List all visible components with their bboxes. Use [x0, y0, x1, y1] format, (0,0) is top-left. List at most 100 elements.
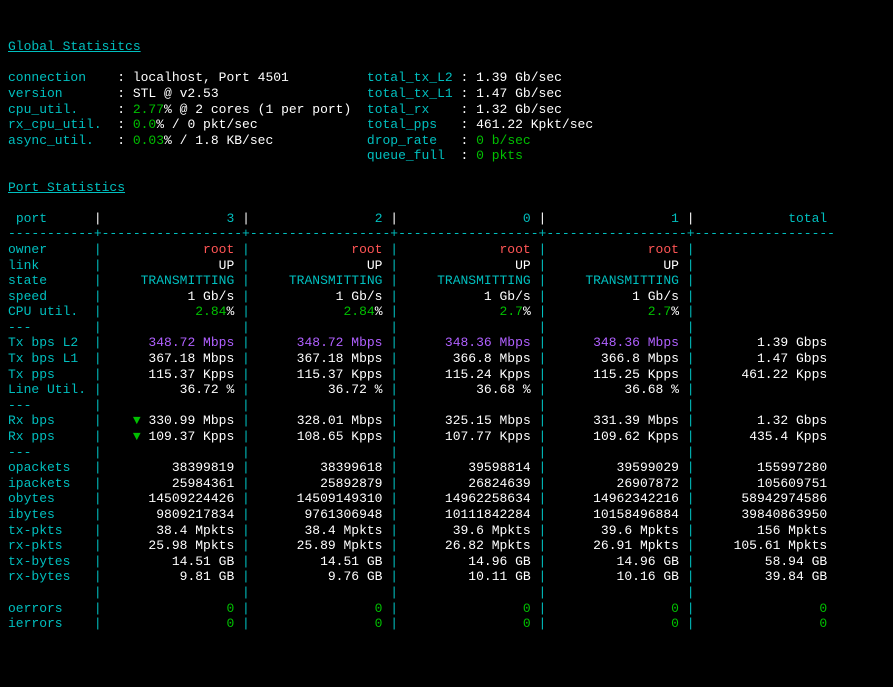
- row-label-rxpkts: rx-pkts: [8, 538, 86, 553]
- cell-opkts-0: 38399819: [102, 460, 235, 475]
- cell-speed-3: 1 Gb/s: [546, 289, 679, 304]
- cell-ibytes-3: 10158496884: [546, 507, 679, 522]
- row-label-oerr: oerrors: [8, 601, 86, 616]
- cell-rxpps-1: 108.65 Kpps: [250, 429, 383, 444]
- cell-state-total: [695, 273, 828, 288]
- cell-txl2-2: 348.36 Mbps: [398, 335, 531, 350]
- cell-link-0: UP: [102, 258, 235, 273]
- global-statistics-header: Global Statisitcs: [8, 39, 141, 54]
- row-label-owner: owner: [8, 242, 86, 257]
- row-label-opkts: opackets: [8, 460, 86, 475]
- cell-obytes-0: 14509224426: [102, 491, 235, 506]
- cell-speed-0: 1 Gb/s: [102, 289, 235, 304]
- cell-ipkts-0: 25984361: [102, 476, 235, 491]
- cell-txbytes-2: 14.96 GB: [398, 554, 531, 569]
- cell-owner-1: root: [250, 242, 383, 257]
- row-label-link: link: [8, 258, 86, 273]
- cell-txpkts-0: 38.4 Mpkts: [102, 523, 235, 538]
- cell-ierr-2: 0: [398, 616, 531, 631]
- label-async_util: async_util.: [8, 133, 117, 148]
- cell-rxpkts-1: 25.89 Mpkts: [250, 538, 383, 553]
- cell-ierr-1: 0: [250, 616, 383, 631]
- value-total_rx: 1.32 Gb/sec: [476, 102, 562, 117]
- label-drop_rate: drop_rate: [367, 133, 461, 148]
- cell-rxpps-2: 107.77 Kpps: [398, 429, 531, 444]
- col-header-3: 3: [102, 211, 235, 226]
- cell-ipkts-1: 25892879: [250, 476, 383, 491]
- cell-txbytes-total: 58.94 GB: [695, 554, 828, 569]
- cell-ierr-total: 0: [695, 616, 828, 631]
- col-header-1: 1: [546, 211, 679, 226]
- cell-obytes-total: 58942974586: [695, 491, 828, 506]
- cell-speed-1: 1 Gb/s: [250, 289, 383, 304]
- cell-cpuu-0: 2.84: [102, 304, 227, 319]
- cell-oerr-1: 0: [250, 601, 383, 616]
- cell-txl1-3: 366.8 Mbps: [546, 351, 679, 366]
- cell-opkts-1: 38399618: [250, 460, 383, 475]
- label-rx_cpu_util: rx_cpu_util.: [8, 117, 117, 132]
- cell-speed-total: [695, 289, 828, 304]
- cell-rxbps-1: 328.01 Mbps: [250, 413, 383, 428]
- cell-txpps-1: 115.37 Kpps: [250, 367, 383, 382]
- cell-txpps-3: 115.25 Kpps: [546, 367, 679, 382]
- value-connection: localhost, Port 4501: [133, 70, 289, 85]
- cell-rxbps-2: 325.15 Mbps: [398, 413, 531, 428]
- value-async-pct: 0.03: [133, 133, 164, 148]
- cell-txl1-1: 367.18 Mbps: [250, 351, 383, 366]
- col-header-2: 2: [250, 211, 383, 226]
- cell-rxbps-3: 331.39 Mbps: [546, 413, 679, 428]
- label-cpu_util: cpu_util.: [8, 102, 117, 117]
- row-label-txbytes: tx-bytes: [8, 554, 86, 569]
- cell-cpuu-total: [695, 304, 828, 319]
- cell-rxbps-total: 1.32 Gbps: [695, 413, 828, 428]
- cell-txbytes-0: 14.51 GB: [102, 554, 235, 569]
- cell-txbytes-3: 14.96 GB: [546, 554, 679, 569]
- cell-cpuu-1: 2.84: [250, 304, 375, 319]
- cell-obytes-3: 14962342216: [546, 491, 679, 506]
- cell-owner-total: [695, 242, 828, 257]
- value-cpu-pct: 2.77: [133, 102, 164, 117]
- row-label-ipkts: ipackets: [8, 476, 86, 491]
- cell-txl2-0: 348.72 Mbps: [102, 335, 235, 350]
- cell-ipkts-3: 26907872: [546, 476, 679, 491]
- cell-rxpps-0: 109.37 Kpps: [148, 429, 234, 444]
- cell-lineu-3: 36.68 %: [546, 382, 679, 397]
- cell-txbytes-1: 14.51 GB: [250, 554, 383, 569]
- label-total_tx_l1: total_tx_L1: [367, 86, 461, 101]
- row-label-ibytes: ibytes: [8, 507, 86, 522]
- label-total_pps: total_pps: [367, 117, 461, 132]
- cell-txpkts-2: 39.6 Mpkts: [398, 523, 531, 538]
- cell-oerr-total: 0: [695, 601, 828, 616]
- cell-owner-2: root: [398, 242, 531, 257]
- down-arrow-icon: ▼: [133, 429, 149, 444]
- cell-txl2-1: 348.72 Mbps: [250, 335, 383, 350]
- cell-owner-3: root: [546, 242, 679, 257]
- down-arrow-icon: ▼: [133, 413, 149, 428]
- value-version: STL @ v2.53: [133, 86, 219, 101]
- cell-rxpkts-3: 26.91 Mpkts: [546, 538, 679, 553]
- cell-txl2-total: 1.39 Gbps: [695, 335, 828, 350]
- row-label-txl2: Tx bps L2: [8, 335, 86, 350]
- cell-cpuu-2: 2.7: [398, 304, 523, 319]
- cell-opkts-3: 39599029: [546, 460, 679, 475]
- cell-lineu-2: 36.68 %: [398, 382, 531, 397]
- row-label-lineu: Line Util.: [8, 382, 86, 397]
- cell-oerr-2: 0: [398, 601, 531, 616]
- terminal-output: Global Statisitcs connection : localhost…: [8, 39, 885, 632]
- value-total_pps: 461.22 Kpkt/sec: [476, 117, 593, 132]
- row-label-txl1: Tx bps L1: [8, 351, 86, 366]
- value-total_tx_l2: 1.39 Gb/sec: [476, 70, 562, 85]
- cell-txpkts-3: 39.6 Mpkts: [546, 523, 679, 538]
- cell-lineu-0: 36.72 %: [102, 382, 235, 397]
- col-header-total: total: [695, 211, 828, 226]
- cell-link-2: UP: [398, 258, 531, 273]
- cell-opkts-total: 155997280: [695, 460, 828, 475]
- cell-ierr-0: 0: [102, 616, 235, 631]
- cell-txpkts-1: 38.4 Mpkts: [250, 523, 383, 538]
- label-total_tx_l2: total_tx_L2: [367, 70, 461, 85]
- row-label-txpkts: tx-pkts: [8, 523, 86, 538]
- cell-ibytes-total: 39840863950: [695, 507, 828, 522]
- cell-link-3: UP: [546, 258, 679, 273]
- row-label-txpps: Tx pps: [8, 367, 86, 382]
- cell-state-0: TRANSMITTING: [102, 273, 235, 288]
